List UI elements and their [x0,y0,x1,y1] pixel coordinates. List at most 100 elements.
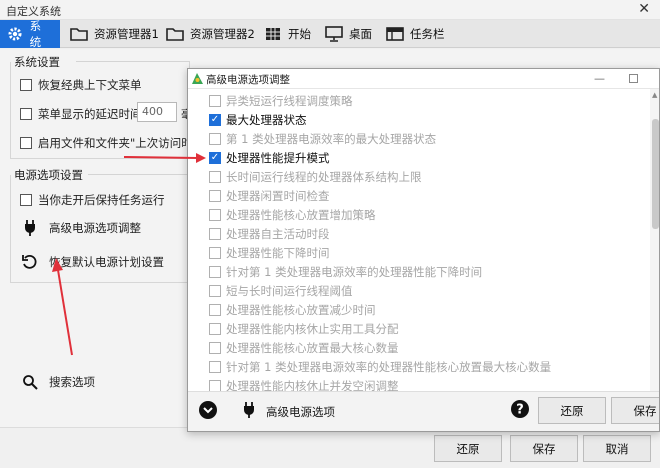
advanced-power-button[interactable]: 高级电源选项调整 [21,219,141,237]
power-setting-label: 异类短运行线程调度策略 [226,94,353,108]
checkbox-checked[interactable]: ✓ [209,114,221,126]
maximize-icon[interactable] [629,74,638,83]
power-setting-label: 处理器自主活动时段 [226,227,330,241]
power-setting-label: 处理器性能下降时间 [226,246,330,260]
keep-tasks-checkbox[interactable]: 当你走开后保持任务运行 [20,192,165,208]
expand-chevron-icon[interactable] [198,400,218,423]
power-setting-label: 长时间运行线程的处理器体系结构上限 [226,170,422,184]
window-title: 自定义系统 [6,5,61,18]
power-setting-list: 异类短运行线程调度策略 ✓ 最大处理器状态第 1 类处理器电源效率的最大处理器状态 ✓… [188,89,659,391]
minimize-icon[interactable]: — [594,72,605,85]
power-plug-icon [243,401,255,422]
restore-classic-menu-checkbox[interactable]: 恢复经典上下文菜单 [20,77,142,93]
checkbox-unchecked[interactable] [209,380,221,391]
power-setting-item[interactable]: 处理器性能内核休止实用工具分配 [209,321,399,337]
checkbox-box[interactable] [20,137,32,149]
folder-icon [166,25,184,43]
power-setting-item[interactable]: 处理器性能核心放置增加策略 [209,207,376,223]
checkbox-box[interactable] [20,79,32,91]
power-setting-label: 针对第 1 类处理器电源效率的处理器性能下降时间 [226,265,483,279]
checkbox-unchecked[interactable] [209,95,221,107]
power-setting-label: 第 1 类处理器电源效率的最大处理器状态 [226,132,437,146]
power-setting-label: 最大处理器状态 [226,113,307,127]
cancel-button[interactable]: 取消 [583,435,651,462]
power-setting-item[interactable]: 处理器闲置时间检查 [209,188,330,204]
checkbox-unchecked[interactable] [209,209,221,221]
checkbox-unchecked[interactable] [209,133,221,145]
tab-system[interactable]: 系统 [0,19,60,49]
checkbox-unchecked[interactable] [209,323,221,335]
scrollbar-thumb[interactable] [652,119,659,229]
search-icon [21,373,39,391]
recent-access-checkbox[interactable]: 启用文件和文件夹"上次访问时间" [20,135,210,151]
checkbox-unchecked[interactable] [209,285,221,297]
dialog-restore-button[interactable]: 还原 [538,397,606,424]
checkbox-box[interactable] [20,194,32,206]
search-options-button[interactable]: 搜索选项 [21,373,95,391]
checkbox-label: 菜单显示的延迟时间 [38,107,142,121]
checkbox-unchecked[interactable] [209,228,221,240]
checkbox-unchecked[interactable] [209,247,221,259]
menu-delay-input[interactable]: 400 [137,102,177,122]
tab-desktop[interactable]: 桌面 [325,20,372,48]
dialog-footer: 高级电源选项 ? 还原 保存 [188,391,659,431]
restore-button[interactable]: 还原 [434,435,502,462]
search-options-label: 搜索选项 [49,375,95,389]
power-setting-item[interactable]: 针对第 1 类处理器电源效率的处理器性能核心放置最大核心数量 [209,359,551,375]
power-setting-item[interactable]: ✓ 最大处理器状态 [209,112,307,128]
checkbox-unchecked[interactable] [209,342,221,354]
dialog-titlebar: 高级电源选项调整 — [188,69,659,89]
power-setting-label: 处理器性能核心放置减少时间 [226,303,376,317]
power-setting-item[interactable]: 异类短运行线程调度策略 [209,93,353,109]
tab-label: 资源管理器1 [94,27,159,41]
undo-icon [21,253,39,271]
power-setting-item[interactable]: 长时间运行线程的处理器体系结构上限 [209,169,422,185]
app-logo-icon [191,72,204,85]
power-setting-label: 处理器性能提升模式 [226,151,330,165]
save-button[interactable]: 保存 [510,435,578,462]
dialog-save-button[interactable]: 保存 [611,397,659,424]
tab-label: 资源管理器2 [190,27,255,41]
power-setting-item[interactable]: 处理器性能核心放置最大核心数量 [209,340,399,356]
power-setting-item[interactable]: 第 1 类处理器电源效率的最大处理器状态 [209,131,436,147]
restore-default-plan-button[interactable]: 恢复默认电源计划设置 [21,253,164,271]
tab-label: 任务栏 [410,27,445,41]
power-setting-item[interactable]: ✓ 处理器性能提升模式 [209,150,330,166]
checkbox-unchecked[interactable] [209,171,221,183]
tab-explorer-2[interactable]: 资源管理器2 [166,20,255,48]
power-plug-icon [21,219,39,237]
power-setting-label: 处理器性能核心放置增加策略 [226,208,376,222]
checkbox-box[interactable] [20,108,32,120]
tab-start[interactable]: 开始 [264,20,311,48]
power-setting-item[interactable]: 处理器性能内核休止并发空闲调整 [209,378,399,391]
list-scrollbar[interactable]: ▲ [650,89,659,391]
scroll-up-icon[interactable]: ▲ [652,91,657,99]
power-setting-item[interactable]: 处理器性能核心放置减少时间 [209,302,376,318]
tab-bar: 系统 资源管理器1 资源管理器2 开始 桌面 任务栏 [0,19,660,49]
power-setting-label: 处理器性能内核休止实用工具分配 [226,322,399,336]
tab-taskbar[interactable]: 任务栏 [386,20,445,48]
checkbox-unchecked[interactable] [209,190,221,202]
dialog-footer-label: 高级电源选项 [266,405,335,419]
checkbox-unchecked[interactable] [209,361,221,373]
power-setting-item[interactable]: 针对第 1 类处理器电源效率的处理器性能下降时间 [209,264,482,280]
tab-label: 系统 [29,19,42,49]
power-setting-item[interactable]: 处理器自主活动时段 [209,226,330,242]
checkbox-label: 启用文件和文件夹"上次访问时间" [38,136,210,150]
power-setting-item[interactable]: 处理器性能下降时间 [209,245,330,261]
checkbox-checked[interactable]: ✓ [209,152,221,164]
folder-icon [70,25,88,43]
checkbox-label: 恢复经典上下文菜单 [38,78,142,92]
checkbox-unchecked[interactable] [209,304,221,316]
restore-default-plan-label: 恢复默认电源计划设置 [49,255,164,269]
close-icon[interactable]: ✕ [638,1,650,17]
help-icon[interactable]: ? [510,399,530,422]
tab-explorer-1[interactable]: 资源管理器1 [70,20,159,48]
tab-label: 桌面 [349,27,372,41]
power-setting-item[interactable]: 短与长时间运行线程阈值 [209,283,353,299]
menu-delay-checkbox[interactable]: 菜单显示的延迟时间 [20,106,142,122]
window-titlebar: 自定义系统 ✕ [0,0,660,20]
footer-bar: 还原 保存 取消 [0,427,660,468]
checkbox-unchecked[interactable] [209,266,221,278]
monitor-icon [325,25,343,43]
